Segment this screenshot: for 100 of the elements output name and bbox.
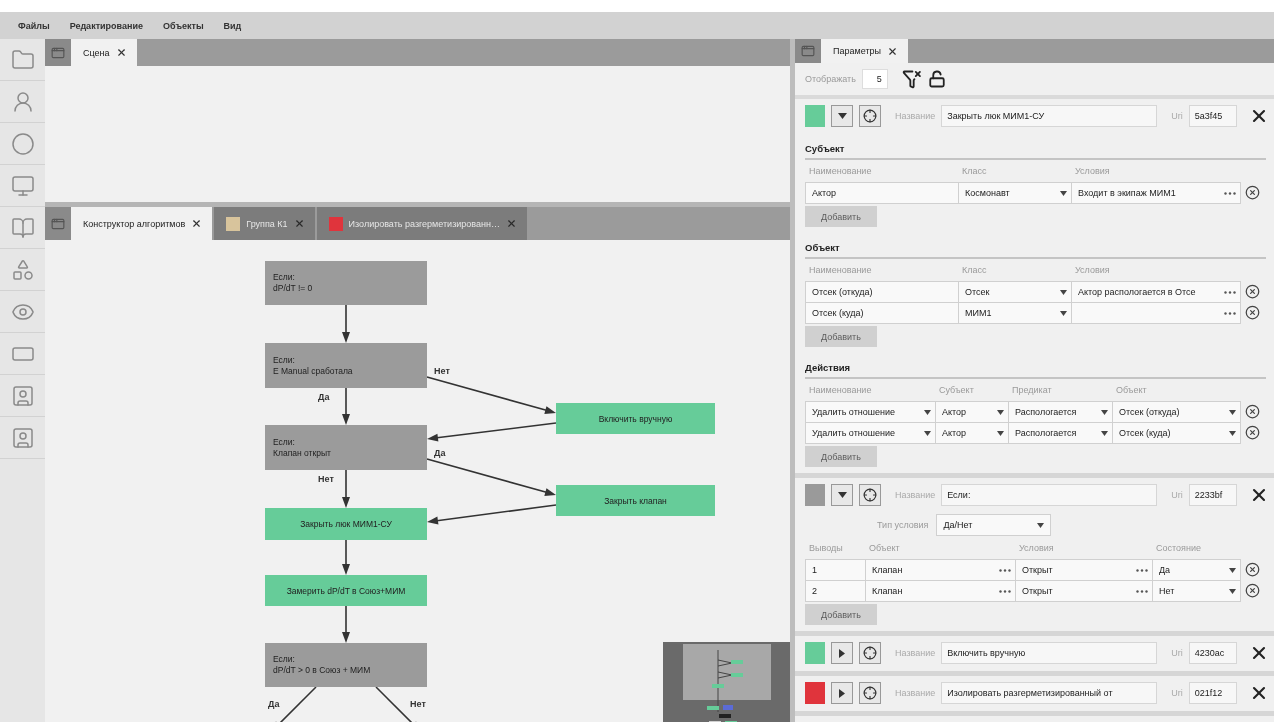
menu-item[interactable]: Вид (215, 17, 250, 34)
picker-field[interactable]: Клапан (865, 559, 1016, 581)
picker-field[interactable]: Клапан (865, 580, 1016, 602)
tab[interactable]: Группа К1 (214, 207, 315, 240)
caret-icon (1229, 567, 1236, 573)
more-icon[interactable] (1136, 589, 1148, 593)
panel-icon (801, 44, 815, 58)
count-field[interactable]: 5 (861, 69, 888, 89)
more-icon[interactable] (1136, 568, 1148, 572)
target-button[interactable] (859, 484, 881, 506)
unlock-icon[interactable] (927, 70, 946, 88)
dropdown[interactable]: Да (1152, 559, 1241, 581)
name-field[interactable]: Если: (941, 484, 1158, 506)
remove-icon[interactable] (1244, 305, 1260, 320)
column-header: Условия (1074, 165, 1111, 178)
close-icon[interactable] (115, 47, 127, 58)
section-title: Объект (805, 237, 1266, 259)
remove-icon[interactable] (1244, 562, 1260, 577)
dropdown[interactable]: Актор (935, 422, 1009, 444)
more-icon[interactable] (999, 589, 1011, 593)
add-button[interactable]: Добавить (805, 604, 877, 625)
target-button[interactable] (859, 642, 881, 664)
dropdown[interactable]: Удалить отношение (805, 401, 936, 423)
field-label: Отображать (805, 74, 856, 84)
add-button[interactable]: Добавить (805, 446, 877, 467)
more-icon[interactable] (999, 568, 1011, 572)
tab[interactable]: Изолировать разгерметизированн… (316, 207, 527, 240)
collapse-button[interactable] (831, 484, 853, 506)
uri-field[interactable]: 4230ac (1188, 642, 1237, 664)
caret-icon (837, 113, 847, 119)
dropdown[interactable]: Да/Нет (936, 514, 1052, 536)
color-swatch[interactable] (805, 484, 825, 506)
field-label: Uri (1171, 490, 1183, 500)
text-field[interactable]: 1 (805, 559, 866, 581)
dropdown[interactable]: МИМ1 (958, 302, 1072, 324)
dropdown[interactable]: Отсек (958, 281, 1072, 303)
target-button[interactable] (859, 682, 881, 704)
uri-field[interactable]: 5a3f45 (1188, 105, 1237, 127)
field-label: Тип условия (877, 520, 929, 530)
text-field[interactable]: Отсек (откуда) (805, 281, 959, 303)
uri-field[interactable]: 2233bf (1188, 484, 1237, 506)
more-icon[interactable] (1224, 191, 1236, 195)
picker-field[interactable]: Актор распологается в Отсе (1071, 281, 1241, 303)
name-field[interactable]: Закрыть люк МИМ1-СУ (941, 105, 1158, 127)
remove-icon[interactable] (1244, 284, 1260, 299)
name-field[interactable]: Включить вручную (941, 642, 1158, 664)
user-card-icon[interactable] (10, 383, 35, 408)
tab[interactable]: Конструктор алгоритмов (71, 207, 213, 240)
tab[interactable]: Параметры (821, 39, 908, 63)
dropdown[interactable]: Распологается (1008, 422, 1113, 444)
menu-item[interactable]: Редактирование (61, 17, 151, 34)
node-title: Если: (273, 436, 295, 448)
field-label: Название (895, 111, 936, 121)
node-text: Клапан открыт (273, 447, 331, 459)
dropdown[interactable]: Удалить отношение (805, 422, 936, 444)
book-icon[interactable] (10, 215, 35, 240)
text-field[interactable]: Отсек (куда) (805, 302, 959, 324)
color-swatch[interactable] (805, 682, 825, 704)
text-field[interactable]: Актор (805, 182, 959, 204)
column-header: Наименование (808, 165, 873, 178)
picker-field[interactable]: Открыт (1015, 580, 1153, 602)
more-icon[interactable] (1224, 290, 1236, 294)
dropdown[interactable]: Отсек (куда) (1112, 422, 1241, 444)
uri-field[interactable]: 021f12 (1188, 682, 1237, 704)
shapes-icon[interactable] (10, 257, 35, 282)
dropdown[interactable]: Актор (935, 401, 1009, 423)
color-swatch[interactable] (805, 105, 825, 127)
tab[interactable]: Сцена (71, 39, 137, 66)
dropdown[interactable]: Отсек (откуда) (1112, 401, 1241, 423)
picker-field[interactable]: Входит в экипаж МИМ1 (1071, 182, 1241, 204)
clear-filter-icon[interactable] (901, 69, 922, 89)
collapse-button[interactable] (831, 105, 853, 127)
section-title: Действия (805, 357, 1266, 379)
expand-button[interactable] (831, 642, 853, 664)
text-field[interactable]: 2 (805, 580, 866, 602)
minimap-drawing[interactable] (663, 642, 790, 722)
branch-label: Да (318, 392, 330, 402)
expand-button[interactable] (831, 682, 853, 704)
dropdown[interactable]: Распологается (1008, 401, 1113, 423)
circle-icon[interactable] (10, 131, 35, 156)
add-button[interactable]: Добавить (805, 206, 877, 227)
remove-icon[interactable] (1244, 583, 1260, 598)
dropdown[interactable]: Нет (1152, 580, 1241, 602)
remove-icon[interactable] (1244, 185, 1260, 200)
picker-field[interactable] (1071, 302, 1241, 324)
menu-item[interactable]: Файлы (10, 17, 58, 34)
remove-icon[interactable] (1244, 425, 1260, 440)
branch-label: Нет (410, 699, 426, 709)
more-icon[interactable] (1224, 311, 1236, 315)
remove-icon[interactable] (1244, 404, 1260, 419)
menu-item[interactable]: Объекты (154, 17, 212, 34)
add-button[interactable]: Добавить (805, 326, 877, 347)
color-swatch[interactable] (805, 642, 825, 664)
user-card-icon[interactable] (10, 425, 35, 450)
close-icon[interactable] (887, 45, 898, 57)
dropdown[interactable]: Космонавт (958, 182, 1072, 204)
target-button[interactable] (859, 105, 881, 127)
picker-field[interactable]: Открыт (1015, 559, 1153, 581)
name-field[interactable]: Изолировать разгерметизированный от (941, 682, 1158, 704)
close-icon[interactable] (191, 218, 203, 229)
